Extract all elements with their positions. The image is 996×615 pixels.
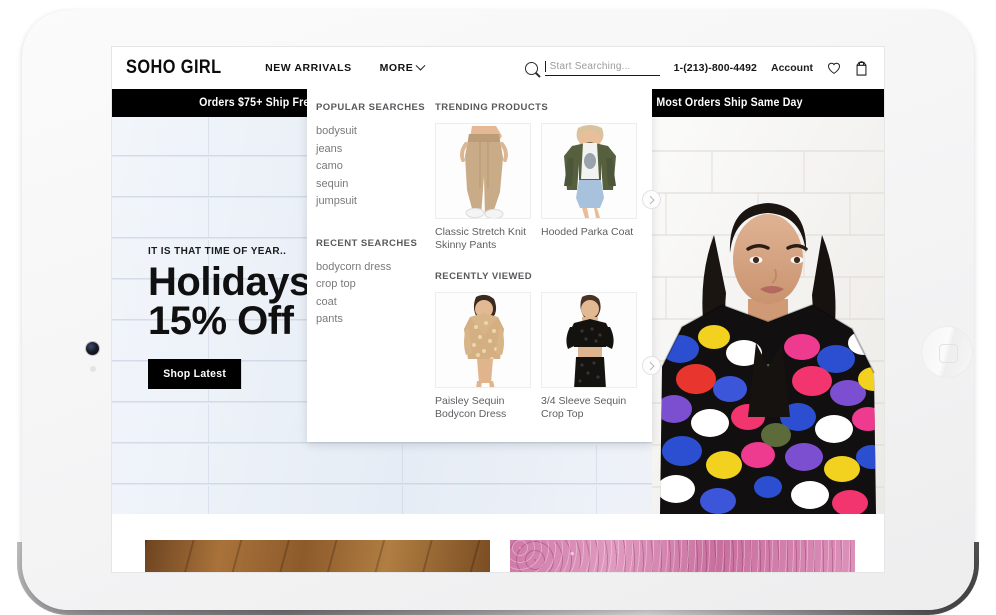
search-suggestions-panel: POPULAR SEARCHES bodysuit jeans camo seq… xyxy=(307,88,661,442)
promo-text-right: Most Orders Ship Same Day xyxy=(656,97,803,109)
recently-viewed-row: Paisley Sequin Bodycon Dress 3/4 Sleeve … xyxy=(435,292,642,420)
search-panel-right-column: TRENDING PRODUCTS Classic Stretch Knit S… xyxy=(432,102,661,442)
shop-latest-button[interactable]: Shop Latest xyxy=(148,359,242,390)
promo-tiles-row xyxy=(112,514,884,572)
trending-products-row: Classic Stretch Knit Skinny Pants Hooded… xyxy=(435,123,642,251)
product-name: Hooded Parka Coat xyxy=(541,226,634,238)
home-button-square-icon xyxy=(938,343,958,363)
recently-viewed-title: RECENTLY VIEWED xyxy=(435,271,533,282)
recent-searches-title: RECENT SEARCHES xyxy=(316,237,418,249)
front-camera xyxy=(86,342,99,355)
account-link[interactable]: Account xyxy=(771,62,813,74)
product-card[interactable]: Paisley Sequin Bodycon Dress xyxy=(435,292,531,420)
trending-products-title: TRENDING PRODUCTS xyxy=(435,102,549,113)
search-input-placeholder: Start Searching... xyxy=(549,60,631,72)
nav-item-new-arrivals-label: NEW ARRIVALS xyxy=(265,62,352,74)
home-button[interactable] xyxy=(921,326,973,378)
pink-glitter-tile[interactable] xyxy=(510,540,855,572)
promo-text-left: Orders $75+ Ship Free xyxy=(199,97,316,109)
product-thumbnail xyxy=(435,123,531,219)
customer-service-phone[interactable]: 1-(213)-800-4492 xyxy=(674,62,757,74)
text-cursor xyxy=(544,60,546,72)
product-name: Paisley Sequin Bodycon Dress xyxy=(435,395,507,420)
product-card[interactable]: Hooded Parka Coat xyxy=(541,123,637,251)
list-item[interactable]: coat xyxy=(316,294,432,312)
chevron-right-icon xyxy=(646,195,654,204)
product-name: Classic Stretch Knit Skinny Pants xyxy=(435,226,527,251)
list-item[interactable]: pants xyxy=(316,311,432,329)
popular-searches-title: POPULAR SEARCHES xyxy=(316,102,426,113)
heart-icon[interactable] xyxy=(827,61,841,75)
nav-item-new-arrivals[interactable]: NEW ARRIVALS xyxy=(265,62,352,74)
main-navigation: NEW ARRIVALS MORE xyxy=(265,60,426,74)
wood-texture-tile[interactable] xyxy=(145,540,490,572)
list-item[interactable]: bodysuit xyxy=(316,123,432,141)
list-item[interactable]: camo xyxy=(316,158,432,176)
header-search: Start Searching... xyxy=(524,60,660,76)
recently-viewed-carousel-next-button[interactable] xyxy=(642,356,661,375)
shopping-bag-icon[interactable] xyxy=(855,60,868,76)
list-item[interactable]: jumpsuit xyxy=(316,193,432,211)
product-card[interactable]: Classic Stretch Knit Skinny Pants xyxy=(435,123,531,251)
site-logo[interactable]: SOHO GIRL xyxy=(126,57,222,79)
ambient-light-sensor xyxy=(90,366,96,372)
product-thumbnail xyxy=(541,123,637,219)
screenshot-stage: SOHO GIRL NEW ARRIVALS MORE Start Search… xyxy=(0,0,996,615)
nav-item-more[interactable]: MORE xyxy=(379,60,426,74)
list-item[interactable]: crop top xyxy=(316,276,432,294)
list-item[interactable]: jeans xyxy=(316,141,432,159)
product-card[interactable]: 3/4 Sleeve Sequin Crop Top xyxy=(541,292,637,420)
recent-searches-list: bodycorn dress crop top coat pants xyxy=(316,259,432,329)
nav-item-more-label: MORE xyxy=(379,62,414,74)
list-item[interactable]: bodycorn dress xyxy=(316,259,432,277)
product-thumbnail xyxy=(541,292,637,388)
header-utilities: Start Searching... 1-(213)-800-4492 Acco… xyxy=(524,60,868,76)
product-name: 3/4 Sleeve Sequin Crop Top xyxy=(541,395,627,420)
search-icon[interactable] xyxy=(524,61,538,75)
popular-searches-list: bodysuit jeans camo sequin jumpsuit xyxy=(316,123,432,211)
search-panel-left-column: POPULAR SEARCHES bodysuit jeans camo seq… xyxy=(307,102,432,442)
list-item[interactable]: sequin xyxy=(316,176,432,194)
tablet-screen: SOHO GIRL NEW ARRIVALS MORE Start Search… xyxy=(112,47,884,572)
chevron-down-icon xyxy=(415,60,426,71)
trending-carousel-next-button[interactable] xyxy=(642,190,661,209)
search-input-wrapper[interactable]: Start Searching... xyxy=(544,60,660,76)
product-thumbnail xyxy=(435,292,531,388)
chevron-right-icon xyxy=(646,361,654,370)
hero-model-photo xyxy=(652,117,884,514)
site-header: SOHO GIRL NEW ARRIVALS MORE Start Search… xyxy=(112,47,884,89)
